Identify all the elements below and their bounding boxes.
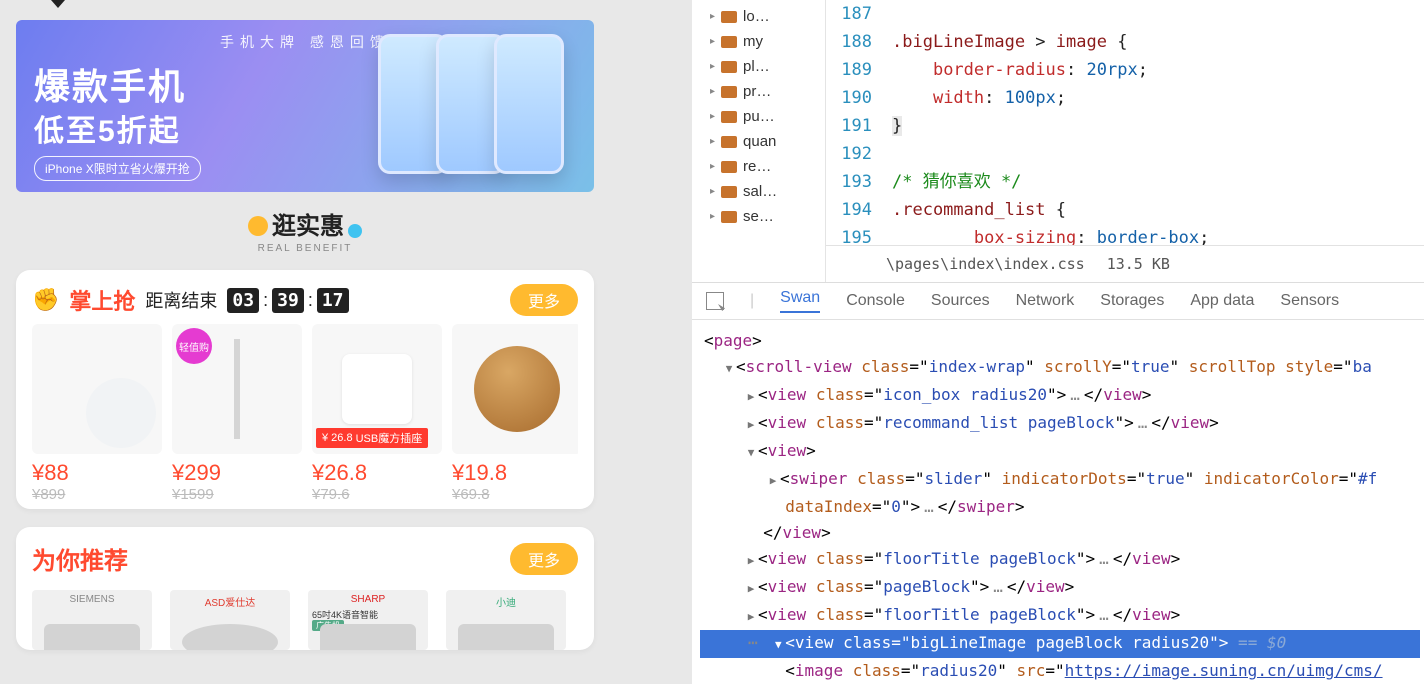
product-item[interactable]: ¥ 26.8USB魔方插座 ¥26.8 ¥79.6 xyxy=(312,324,448,503)
code-editor[interactable]: 187188189190191192193194195 .bigLineImag… xyxy=(826,0,1424,282)
panel-divider xyxy=(610,0,692,684)
editor-status-bar: \pages\index\index.css 13.5 KB xyxy=(826,245,1424,282)
folder-icon xyxy=(721,61,737,73)
tree-folder[interactable]: ▸pl… xyxy=(692,54,825,79)
editor-pane: ▸lo… ▸my ▸pl… ▸pr… ▸pu… ▸quan ▸re… ▸sal…… xyxy=(692,0,1424,283)
tree-folder[interactable]: ▸pr… xyxy=(692,79,825,104)
dom-tree[interactable]: <page> ▼<scroll-view class="index-wrap" … xyxy=(692,320,1424,684)
folder-icon xyxy=(721,136,737,148)
tab-sources[interactable]: Sources xyxy=(931,292,990,310)
tree-folder[interactable]: ▸sal… xyxy=(692,179,825,204)
folder-icon xyxy=(721,86,737,98)
flash-more-button[interactable]: 更多 xyxy=(510,284,578,316)
code-lines[interactable]: .bigLineImage > image { border-radius: 2… xyxy=(892,0,1424,252)
recommend-row[interactable]: SIEMENS ASD爱仕达 SHARP65吋4K语音智能广告机 小迪 xyxy=(32,590,578,650)
countdown: 距离结束 03: 39: 17 xyxy=(145,287,348,313)
line-gutter: 187188189190191192193194195 xyxy=(826,0,882,252)
tree-folder[interactable]: ▸quan xyxy=(692,129,825,154)
flash-sale-card: ✊ 掌上抢 距离结束 03: 39: 17 更多 ¥88 ¥899 轻值购 ¥2… xyxy=(16,270,594,509)
hero-banner[interactable]: 手机大牌 感恩回馈 爆款手机 低至5折起 iPhone X限时立省火爆开抢 xyxy=(16,20,594,192)
tree-folder[interactable]: ▸my xyxy=(692,29,825,54)
device-preview: 手机大牌 感恩回馈 爆款手机 低至5折起 iPhone X限时立省火爆开抢 逛实… xyxy=(0,0,610,684)
tab-app-data[interactable]: App data xyxy=(1190,292,1254,310)
flame-icon: ✊ xyxy=(32,287,59,313)
shop-title-text: 逛实惠 xyxy=(272,213,344,240)
countdown-mm: 39 xyxy=(272,288,304,313)
tab-network[interactable]: Network xyxy=(1016,292,1075,310)
recommend-card: 为你推荐 更多 SIEMENS ASD爱仕达 SHARP65吋4K语音智能广告机… xyxy=(16,527,594,650)
tree-folder[interactable]: ▸pu… xyxy=(692,104,825,129)
folder-icon xyxy=(721,211,737,223)
recommend-item[interactable]: SHARP65吋4K语音智能广告机 xyxy=(308,590,428,650)
folder-icon xyxy=(721,11,737,23)
price-tag: ¥ 26.8USB魔方插座 xyxy=(316,428,428,448)
flash-title: 掌上抢 xyxy=(69,284,135,316)
tree-folder[interactable]: ▸se… xyxy=(692,204,825,229)
countdown-hh: 03 xyxy=(227,288,259,313)
banner-caption: iPhone X限时立省火爆开抢 xyxy=(34,156,201,181)
ide-panel: ▸lo… ▸my ▸pl… ▸pr… ▸pu… ▸quan ▸re… ▸sal…… xyxy=(692,0,1424,684)
recommend-item[interactable]: SIEMENS xyxy=(32,590,152,650)
countdown-ss: 17 xyxy=(317,288,349,313)
tree-folder[interactable]: ▸re… xyxy=(692,154,825,179)
devtools-pane: | Swan Console Sources Network Storages … xyxy=(692,283,1424,684)
countdown-label: 距离结束 xyxy=(145,287,217,313)
swirl-icon xyxy=(248,216,268,236)
product-item[interactable]: 轻值购 ¥299 ¥1599 xyxy=(172,324,308,503)
status-size: 13.5 KB xyxy=(1107,250,1170,278)
dom-selected-node[interactable]: ⋯ ▼<view class="bigLineImage pageBlock r… xyxy=(700,630,1420,658)
folder-icon xyxy=(721,36,737,48)
inspect-icon[interactable] xyxy=(706,292,724,310)
tab-console[interactable]: Console xyxy=(846,292,905,310)
flash-product-row[interactable]: ¥88 ¥899 轻值购 ¥299 ¥1599 ¥ 26.8USB魔方插座 ¥2… xyxy=(32,324,578,503)
swirl-icon-2 xyxy=(348,224,362,238)
banner-phones-art xyxy=(390,34,564,174)
tab-storages[interactable]: Storages xyxy=(1100,292,1164,310)
recommend-item[interactable]: ASD爱仕达 xyxy=(170,590,290,650)
folder-icon xyxy=(721,111,737,123)
recommend-title: 为你推荐 xyxy=(32,541,128,576)
tree-folder[interactable]: ▸lo… xyxy=(692,4,825,29)
shop-subtitle: REAL BENEFIT xyxy=(16,243,594,254)
devtools-tabs[interactable]: | Swan Console Sources Network Storages … xyxy=(692,283,1424,320)
folder-icon xyxy=(721,186,737,198)
product-item[interactable]: ¥88 ¥899 xyxy=(32,324,168,503)
tab-swan[interactable]: Swan xyxy=(780,289,820,313)
recommend-item[interactable]: 小迪 xyxy=(446,590,566,650)
preview-pointer xyxy=(44,0,72,8)
deal-badge: 轻值购 xyxy=(176,328,212,364)
section-title-shop: 逛实惠 REAL BENEFIT xyxy=(16,192,594,264)
status-path: \pages\index\index.css xyxy=(886,250,1085,278)
product-item[interactable]: ¥19.8 ¥69.8 xyxy=(452,324,578,503)
folder-icon xyxy=(721,161,737,173)
file-tree[interactable]: ▸lo… ▸my ▸pl… ▸pr… ▸pu… ▸quan ▸re… ▸sal…… xyxy=(692,0,826,282)
recommend-more-button[interactable]: 更多 xyxy=(510,543,578,575)
tab-sensors[interactable]: Sensors xyxy=(1280,292,1339,310)
